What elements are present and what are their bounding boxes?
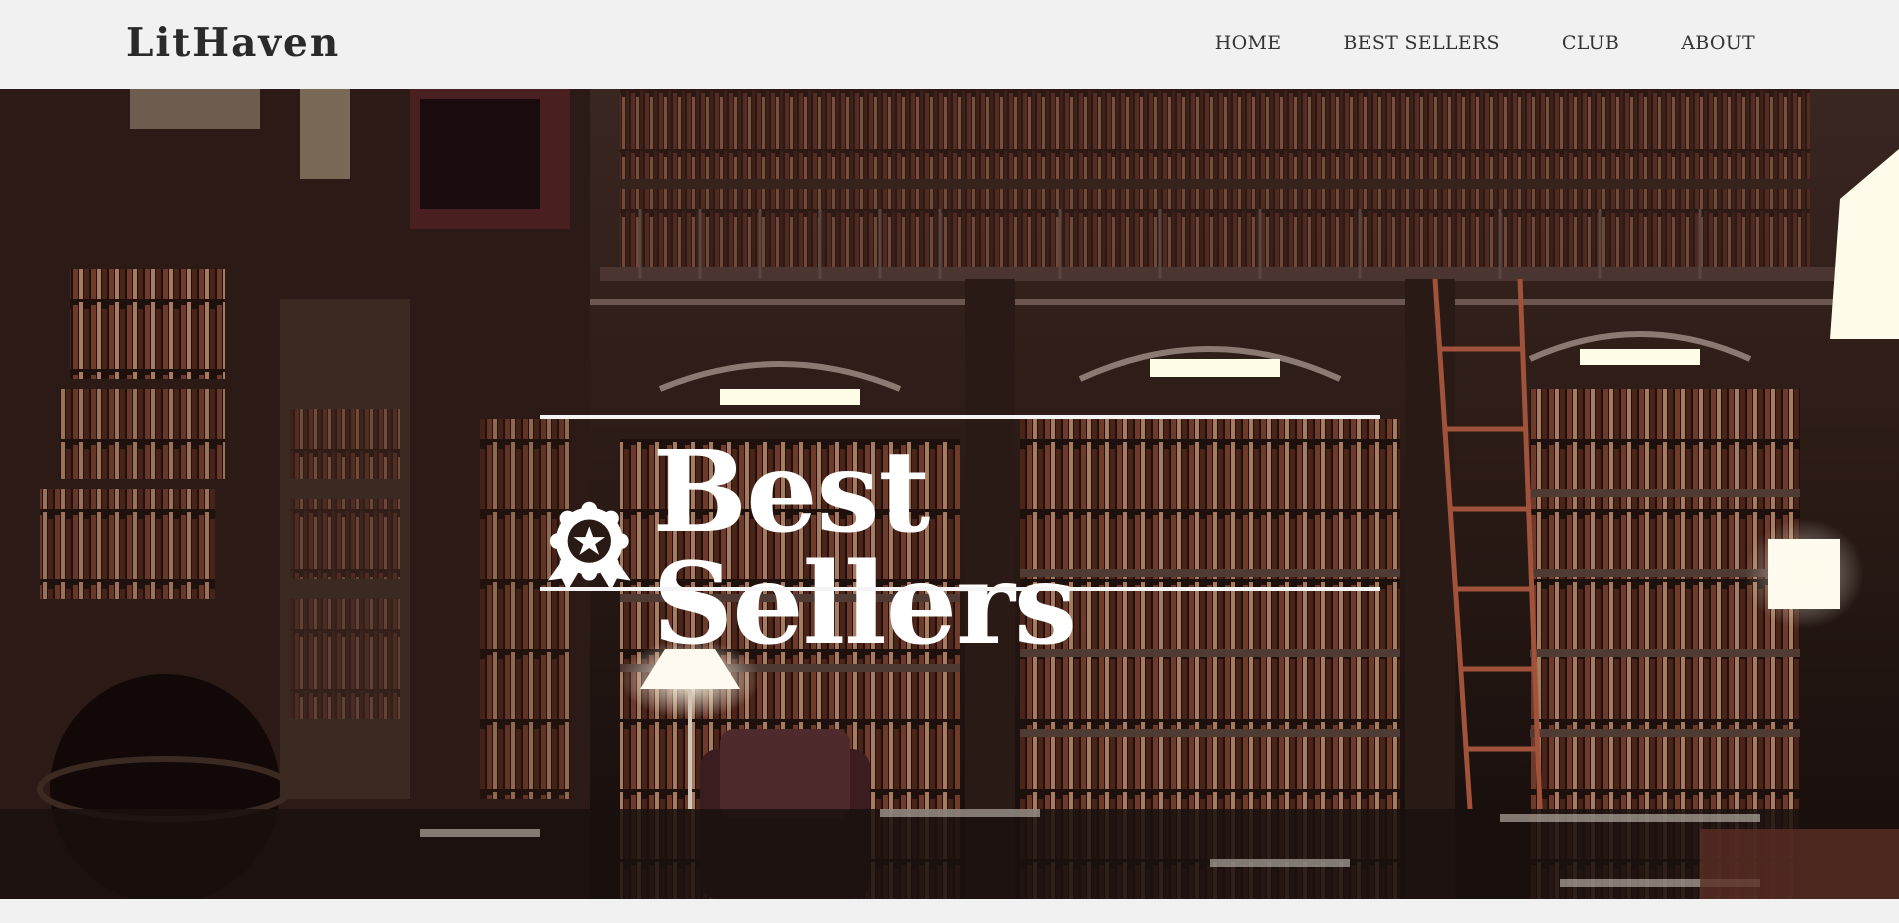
top-navigation-bar: LitHaven HOME BEST SELLERS CLUB ABOUT	[0, 0, 1899, 89]
award-badge-icon	[547, 501, 631, 591]
hero-banner: Best Sellers	[0, 89, 1899, 899]
title-top-rule	[540, 415, 1380, 419]
nav-best-sellers[interactable]: BEST SELLERS	[1343, 32, 1499, 54]
main-nav: HOME BEST SELLERS CLUB ABOUT	[1153, 32, 1755, 54]
hero-title-row: Best Sellers	[540, 437, 1380, 661]
nav-about[interactable]: ABOUT	[1681, 32, 1755, 54]
title-bottom-rule	[540, 587, 1380, 591]
hero-title-block: Best Sellers	[540, 415, 1380, 661]
site-logo[interactable]: LitHaven	[126, 20, 340, 66]
nav-club[interactable]: CLUB	[1562, 32, 1619, 54]
hero-title: Best Sellers	[652, 427, 1078, 670]
page-bottom-strip	[0, 899, 1899, 923]
nav-home[interactable]: HOME	[1215, 32, 1282, 54]
